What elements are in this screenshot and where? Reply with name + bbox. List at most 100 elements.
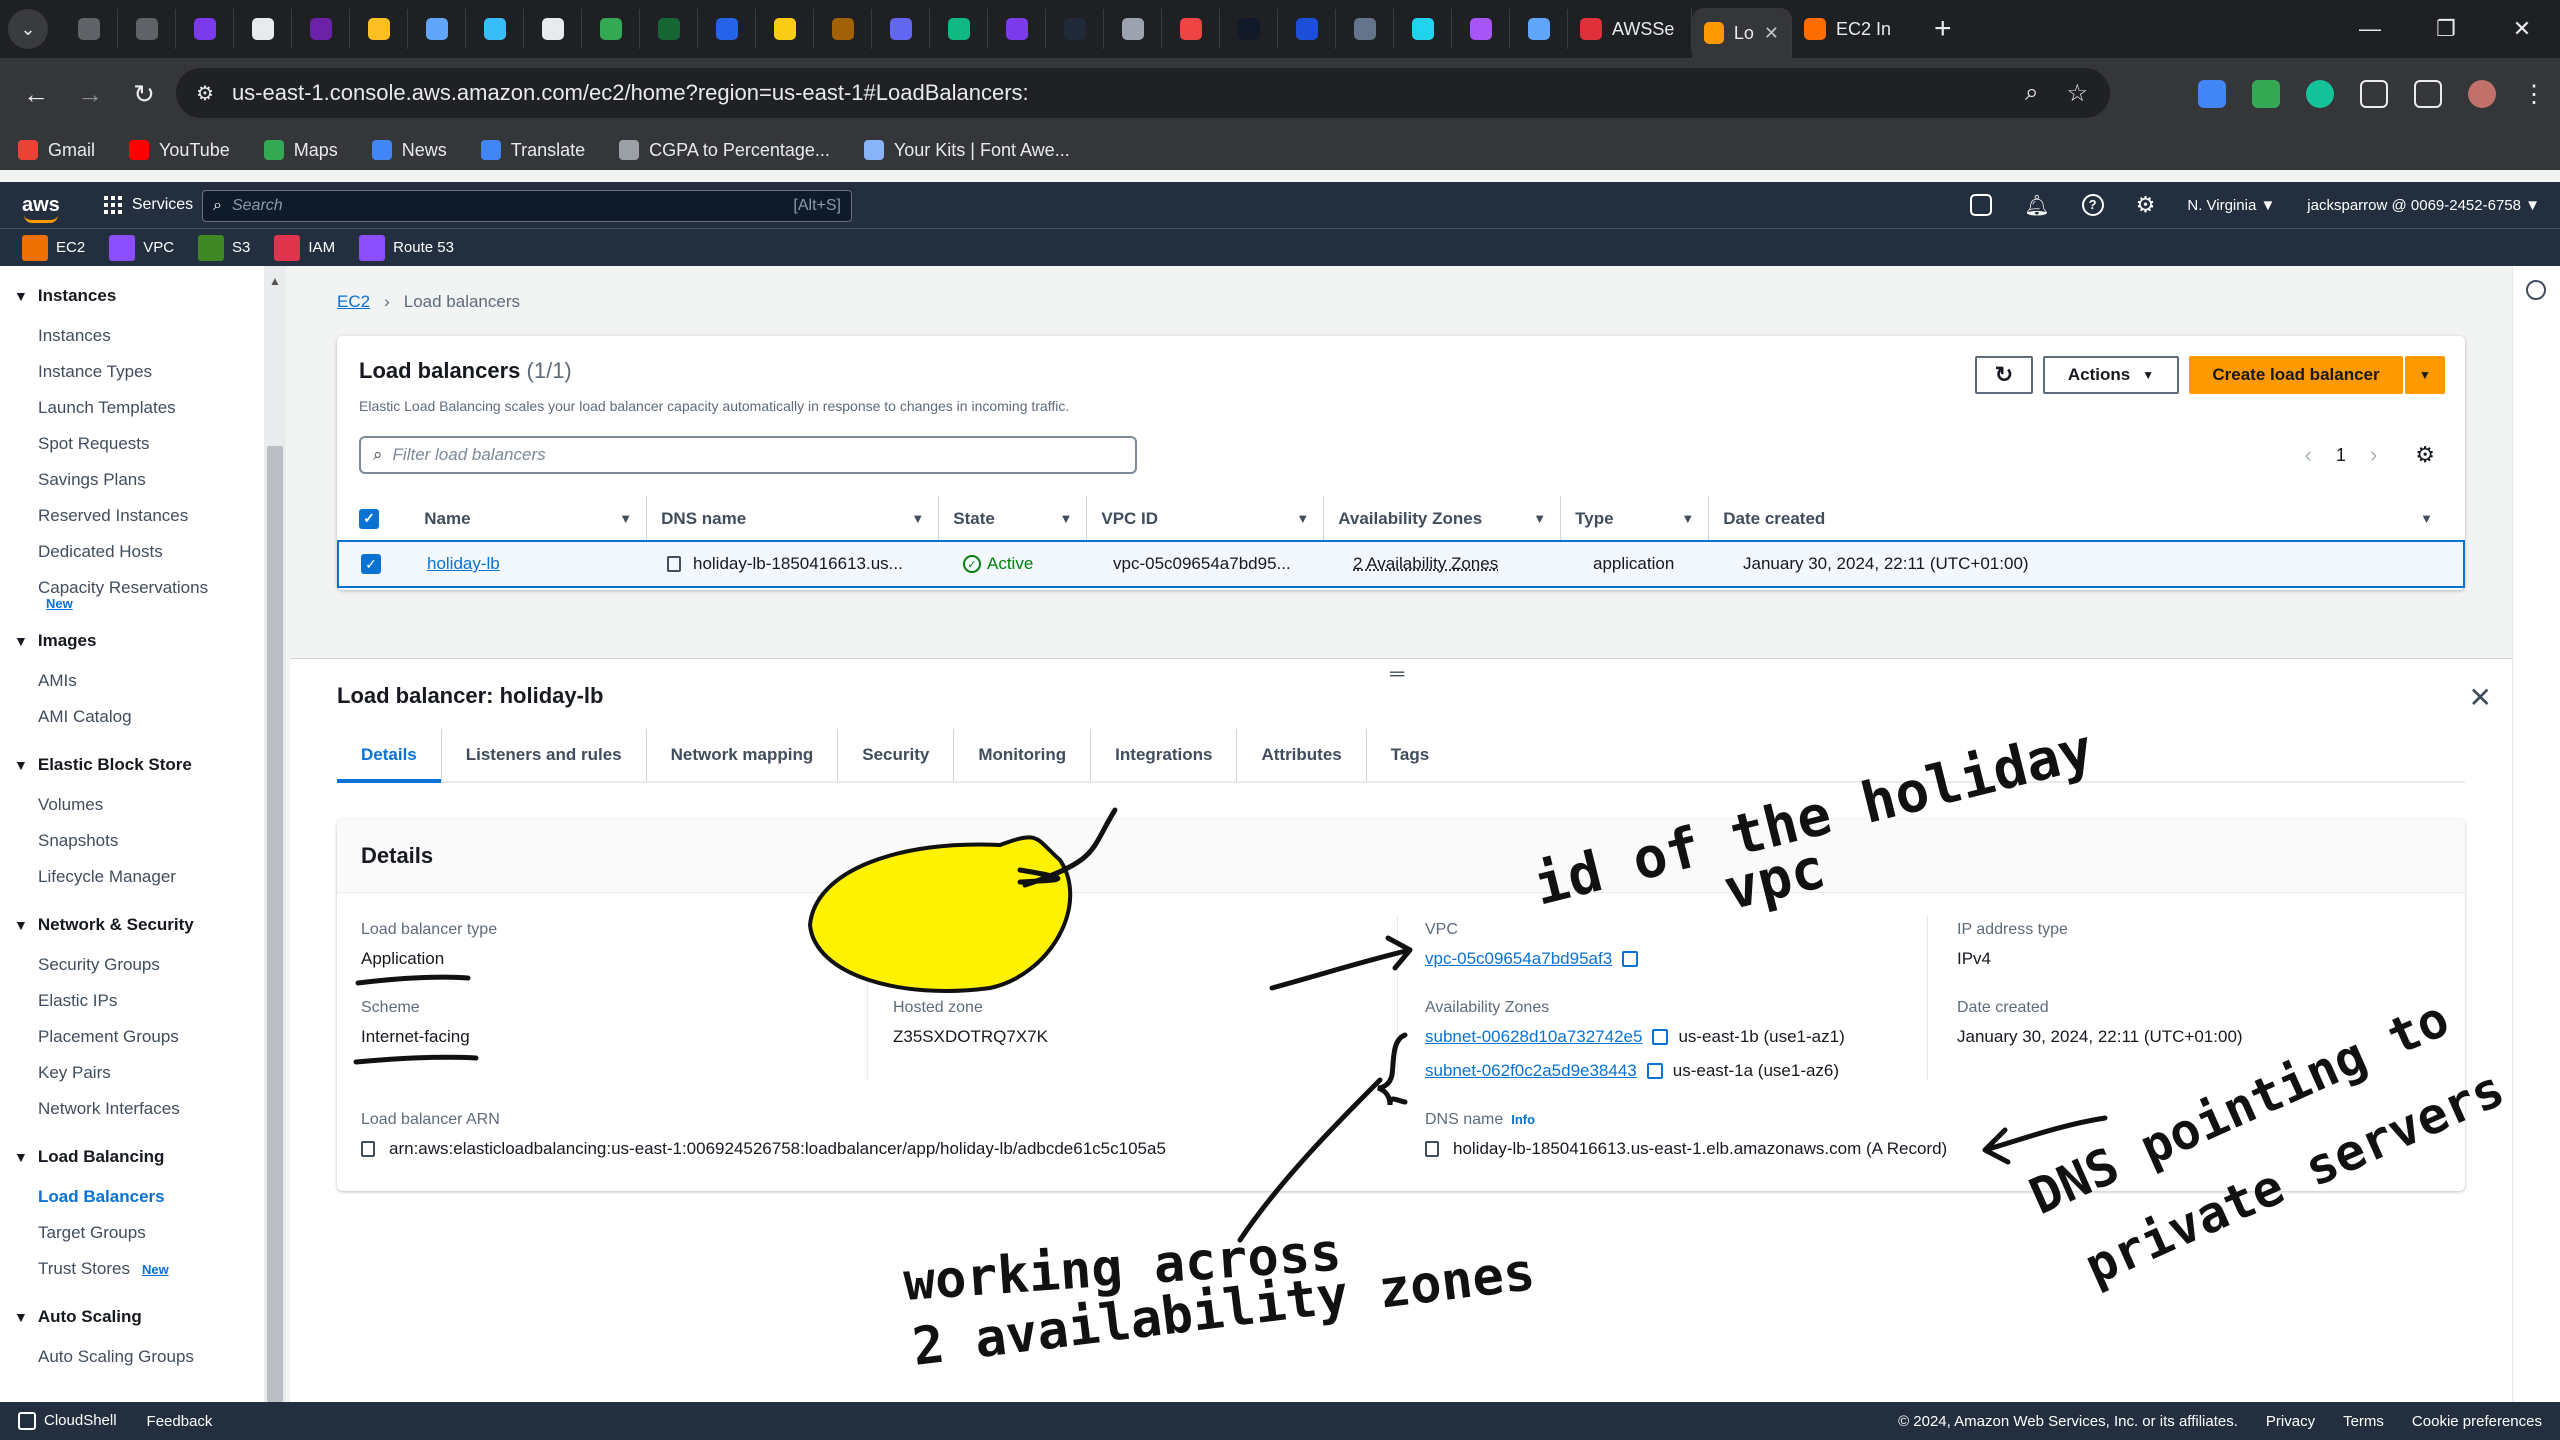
privacy-link[interactable]: Privacy xyxy=(2266,1413,2315,1430)
bookmark-item[interactable]: YouTube xyxy=(129,140,230,161)
sidebar-item-load-balancers[interactable]: Load Balancers xyxy=(0,1179,264,1215)
more-menu-icon[interactable]: ⋮ xyxy=(2522,80,2546,109)
bookmark-item[interactable]: CGPA to Percentage... xyxy=(619,140,830,161)
external-link-icon[interactable] xyxy=(1646,1063,1663,1079)
column-header-dns-name[interactable]: DNS name ▼ xyxy=(647,496,940,541)
breadcrumb-ec2-link[interactable]: EC2 xyxy=(337,292,370,312)
sidebar-item-instance-types[interactable]: Instance Types xyxy=(0,354,264,390)
resize-handle-icon[interactable]: ═ xyxy=(1390,663,1404,686)
grammarly-icon[interactable] xyxy=(2306,80,2334,108)
settings-gear-icon[interactable]: ⚙ xyxy=(2136,192,2156,218)
info-link[interactable]: Info xyxy=(1511,1112,1535,1127)
back-icon[interactable]: ← xyxy=(16,79,56,110)
bookmark-item[interactable]: Gmail xyxy=(18,140,95,161)
bookmark-item[interactable]: Translate xyxy=(480,140,585,161)
current-page[interactable]: 1 xyxy=(2336,445,2346,466)
pinned-tab[interactable] xyxy=(756,9,814,49)
forward-icon[interactable]: → xyxy=(70,79,110,110)
bookmark-item[interactable]: Maps xyxy=(263,140,338,161)
favorite-service-ec2[interactable]: EC2 xyxy=(22,234,85,261)
pinned-tab[interactable] xyxy=(408,9,466,49)
help-icon[interactable]: ? xyxy=(2081,194,2104,216)
pinned-tab[interactable] xyxy=(1220,9,1278,49)
checkbox-checked-icon[interactable]: ✓ xyxy=(361,554,381,574)
region-selector[interactable]: N. Virginia ▼ xyxy=(2187,197,2275,214)
sidebar-section-header[interactable]: ▼ Instances xyxy=(0,286,264,306)
puzzle-extensions-icon[interactable] xyxy=(2360,80,2388,108)
actions-button[interactable]: Actions ▼ xyxy=(2043,356,2179,394)
profile-avatar[interactable] xyxy=(2468,80,2496,108)
sort-caret-icon[interactable]: ▼ xyxy=(911,511,924,526)
pinned-tab[interactable] xyxy=(60,9,118,49)
tab-network-mapping[interactable]: Network mapping xyxy=(647,729,839,781)
pinned-tab[interactable] xyxy=(350,9,408,49)
sort-caret-icon[interactable]: ▼ xyxy=(1533,511,1546,526)
aws-search-input[interactable]: ⌕ Search [Alt+S] xyxy=(202,190,852,222)
prev-page-icon[interactable]: ‹ xyxy=(2305,442,2312,468)
translate-extension-icon[interactable] xyxy=(2198,80,2226,108)
external-link-icon[interactable] xyxy=(1652,1029,1669,1045)
close-window-icon[interactable]: ✕ xyxy=(2484,16,2560,42)
pinned-tab[interactable] xyxy=(640,9,698,49)
scroll-up-icon[interactable]: ▲ xyxy=(269,274,281,288)
pinned-tab[interactable] xyxy=(872,9,930,49)
new-badge[interactable]: New xyxy=(142,1262,169,1277)
sidebar-item-dedicated-hosts[interactable]: Dedicated Hosts xyxy=(0,534,264,570)
next-page-icon[interactable]: › xyxy=(2370,442,2377,468)
favorite-service-s3[interactable]: S3 xyxy=(198,234,250,261)
close-icon[interactable]: ✕ xyxy=(2469,681,2492,714)
tab-monitoring[interactable]: Monitoring xyxy=(954,729,1092,781)
sidebar-scrollbar[interactable]: ▲ xyxy=(264,266,286,1402)
create-load-balancer-button[interactable]: Create load balancer xyxy=(2189,356,2403,394)
services-menu[interactable]: Services xyxy=(103,196,193,214)
sort-caret-icon[interactable]: ▼ xyxy=(619,511,632,526)
favorite-service-iam[interactable]: IAM xyxy=(274,234,335,261)
vpc-link[interactable]: vpc-05c09654a7bd95af3 xyxy=(1425,949,1612,969)
select-all-checkbox-cell[interactable]: ✓ xyxy=(359,496,410,541)
tab-search-icon[interactable]: ⌄ xyxy=(8,9,48,49)
sidebar-item-amis[interactable]: AMIs xyxy=(0,663,264,699)
bookmark-item[interactable]: Your Kits | Font Awe... xyxy=(863,140,1070,161)
pinned-tab[interactable] xyxy=(234,9,292,49)
extension-icon[interactable] xyxy=(2252,80,2280,108)
sidebar-item-savings-plans[interactable]: Savings Plans xyxy=(0,462,264,498)
sidebar-item-reserved-instances[interactable]: Reserved Instances xyxy=(0,498,264,534)
pinned-tab[interactable] xyxy=(118,9,176,49)
browser-tab[interactable]: EC2 In xyxy=(1792,7,1916,51)
tab-security[interactable]: Security xyxy=(838,729,955,781)
tab-listeners-and-rules[interactable]: Listeners and rules xyxy=(442,729,647,781)
favorite-service-route-53[interactable]: Route 53 xyxy=(359,234,454,261)
sidebar-item-trust-stores[interactable]: Trust Stores New xyxy=(0,1251,264,1287)
external-link-icon[interactable] xyxy=(1622,951,1639,967)
checkbox-checked-icon[interactable]: ✓ xyxy=(359,508,379,529)
bookmark-star-icon[interactable]: ☆ xyxy=(2066,79,2088,108)
sidebar-item-launch-templates[interactable]: Launch Templates xyxy=(0,390,264,426)
side-panel-icon[interactable] xyxy=(2414,80,2442,108)
pinned-tab[interactable] xyxy=(176,9,234,49)
sort-caret-icon[interactable]: ▼ xyxy=(2420,511,2433,526)
sidebar-item-network-interfaces[interactable]: Network Interfaces xyxy=(0,1091,264,1127)
sidebar-item-target-groups[interactable]: Target Groups xyxy=(0,1215,264,1251)
pinned-tab[interactable] xyxy=(1278,9,1336,49)
row-checkbox-cell[interactable]: ✓ xyxy=(339,542,413,586)
address-bar[interactable]: ⚙ us-east-1.console.aws.amazon.com/ec2/h… xyxy=(176,68,2110,118)
pinned-tab[interactable] xyxy=(814,9,872,49)
sidebar-item-instances[interactable]: Instances xyxy=(0,318,264,354)
pinned-tab[interactable] xyxy=(1510,9,1568,49)
favorite-service-vpc[interactable]: VPC xyxy=(109,234,174,261)
reload-icon[interactable]: ↻ xyxy=(124,79,164,110)
column-header-type[interactable]: Type ▼ xyxy=(1561,496,1710,541)
sidebar-item-placement-groups[interactable]: Placement Groups xyxy=(0,1019,264,1055)
sidebar-item-key-pairs[interactable]: Key Pairs xyxy=(0,1055,264,1091)
sidebar-item-volumes[interactable]: Volumes xyxy=(0,787,264,823)
sidebar-section-header[interactable]: ▼ Auto Scaling xyxy=(0,1307,264,1327)
sidebar-item-ami-catalog[interactable]: AMI Catalog xyxy=(0,699,264,735)
cookie-preferences-link[interactable]: Cookie preferences xyxy=(2412,1413,2542,1430)
sidebar-section-header[interactable]: ▼ Load Balancing xyxy=(0,1147,264,1167)
cloudshell-link[interactable]: CloudShell xyxy=(18,1412,117,1431)
tab-attributes[interactable]: Attributes xyxy=(1237,729,1367,781)
table-settings-gear-icon[interactable]: ⚙ xyxy=(2415,442,2435,468)
pinned-tab[interactable] xyxy=(1452,9,1510,49)
close-tab-icon[interactable]: ✕ xyxy=(1764,23,1779,44)
zoom-icon[interactable]: ⌕ xyxy=(2025,79,2038,107)
